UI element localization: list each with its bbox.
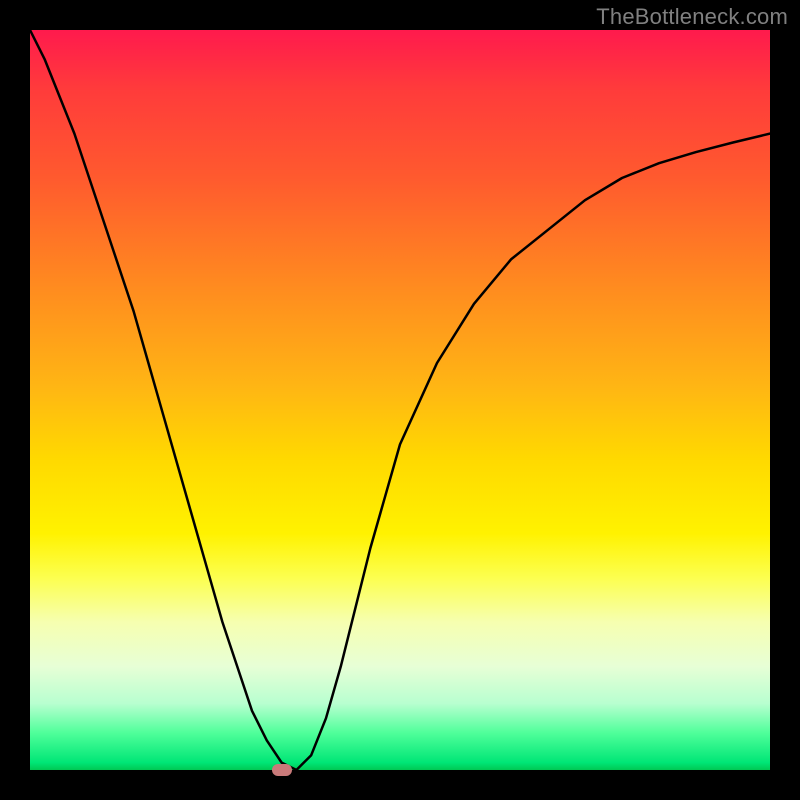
optimum-marker xyxy=(272,764,292,776)
chart-frame: TheBottleneck.com xyxy=(0,0,800,800)
attribution-label: TheBottleneck.com xyxy=(596,4,788,30)
plot-area xyxy=(30,30,770,770)
bottleneck-curve xyxy=(30,30,770,770)
